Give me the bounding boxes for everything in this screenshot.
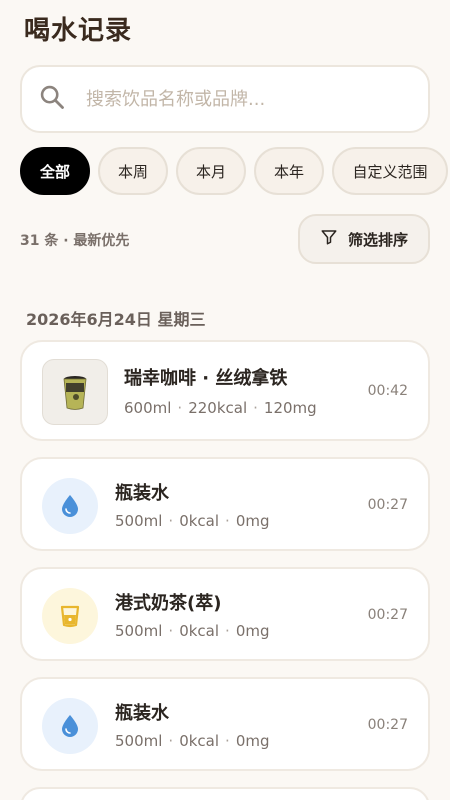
record-calories: 0kcal [179,732,220,750]
record-volume: 500ml [115,732,163,750]
search-icon [38,83,66,115]
date-group-heading: 2026年6月24日 星期三 [26,310,206,329]
record-calories: 0kcal [179,512,220,530]
record-volume: 500ml [115,512,163,530]
record-meta: 500ml · 0kcal · 0mg [115,732,270,750]
record-meta: 500ml · 0kcal · 0mg [115,622,270,640]
record-caffeine: 0mg [235,512,270,530]
filter-sort-label: 筛选排序 [347,230,408,249]
record-name: 瑞幸咖啡 · 丝绒拿铁 [124,368,288,389]
record-time: 00:27 [367,497,408,513]
filter-sort-button[interactable]: 筛选排序 [298,214,430,264]
funnel-icon [320,228,338,250]
water-drop-icon [42,698,98,754]
record-meta: 600ml · 220kcal · 120mg [124,399,317,417]
chip-all[interactable]: 全部 [20,147,90,195]
chip-this-month[interactable]: 本月 [176,147,246,195]
record-time: 00:42 [367,383,408,399]
record-meta: 500ml · 0kcal · 0mg [115,512,270,530]
record-card[interactable]: 瓶装水 500ml · 0kcal · 0mg 00:27 [20,677,430,771]
page-title: 喝水记录 [24,16,133,46]
record-count-summary: 31 条 · 最新优先 [20,233,130,249]
water-drop-icon [42,478,98,534]
date-filter-chips: 全部 本周 本月 本年 自定义范围 [20,147,448,195]
chip-this-week[interactable]: 本周 [98,147,168,195]
search-bar[interactable] [20,65,430,133]
record-name: 港式奶茶(萃) [115,593,222,614]
record-time: 00:27 [367,717,408,733]
record-time: 00:27 [367,607,408,623]
record-calories: 0kcal [179,622,220,640]
record-volume: 500ml [115,622,163,640]
record-name: 瓶装水 [115,703,169,724]
drink-records-page: 喝水记录 全部 本周 本月 本年 自定义范围 31 条 · 最新优先 筛选排序 … [0,0,450,800]
record-card[interactable]: 瓶装水 500ml · 0kcal · 0mg 00:27 [20,457,430,551]
record-volume: 600ml [124,399,172,417]
chip-custom-range[interactable]: 自定义范围 [332,147,448,195]
record-caffeine: 120mg [263,399,317,417]
record-caffeine: 0mg [235,732,270,750]
record-caffeine: 0mg [235,622,270,640]
record-name: 瓶装水 [115,483,169,504]
search-input[interactable] [86,88,386,110]
record-card[interactable]: 瑞幸咖啡 · 丝绒拿铁 600ml · 220kcal · 120mg 00:42 [20,340,430,441]
record-card[interactable]: 港式奶茶(萃) 500ml · 0kcal · 0mg 00:27 [20,567,430,661]
record-calories: 220kcal [188,399,248,417]
tea-cup-icon [42,588,98,644]
record-card-partial[interactable] [20,787,430,800]
chip-this-year[interactable]: 本年 [254,147,324,195]
coffee-cup-photo [42,359,108,425]
